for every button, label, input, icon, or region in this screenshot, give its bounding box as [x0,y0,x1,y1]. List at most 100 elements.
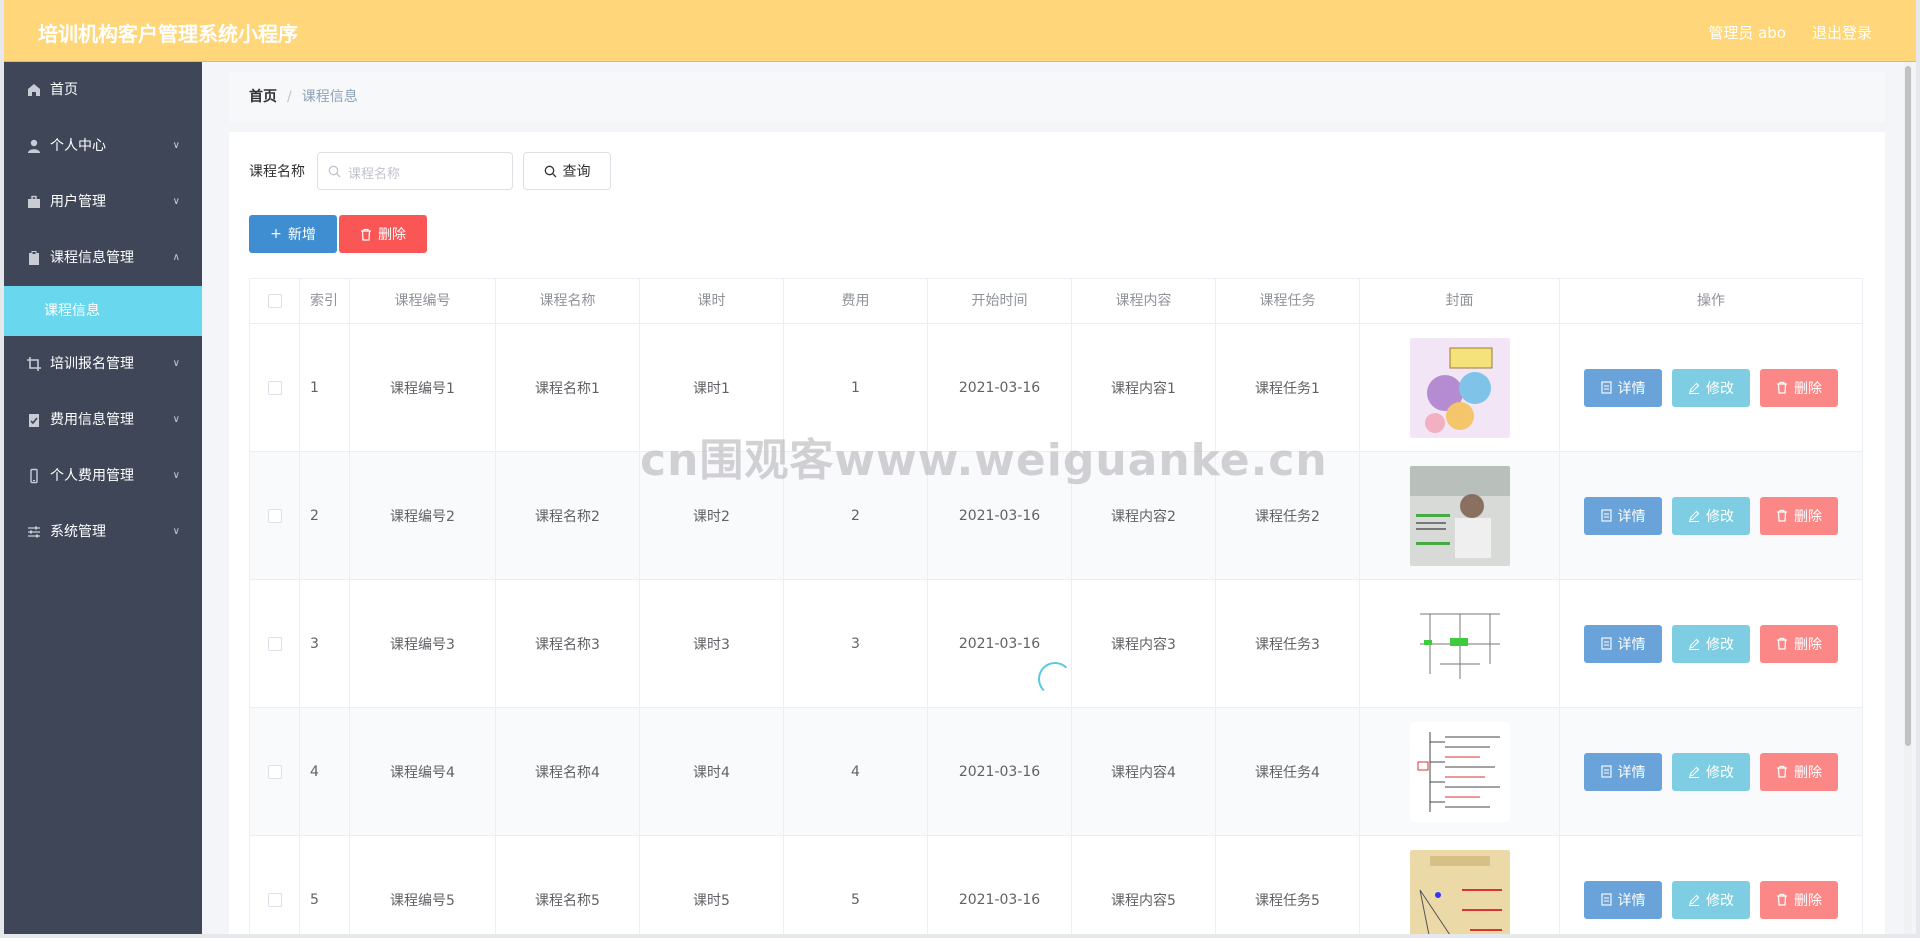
edit-button[interactable]: 修改 [1672,880,1750,919]
sidebar-item-system-management[interactable]: 系统管理 ∨ [4,504,202,560]
delete-button[interactable]: 删除 [1760,752,1838,791]
column-header: 开始时间 [928,279,1072,323]
search-bar: 课程名称 课程名称 查询 [249,152,611,190]
sidebar-item-label: 首页 [50,82,78,98]
sidebar-subitem-course-info[interactable]: 课程信息 [4,286,202,336]
course-task: 课程任务4 [1216,708,1360,835]
course-table: 索引 课程编号 课程名称 课时 费用 开始时间 课程内容 课程任务 封面 操作 … [249,278,1863,934]
delete-button[interactable]: 删除 [1760,880,1838,919]
query-button-label: 查询 [562,164,591,180]
sidebar-item-fee-management[interactable]: 费用信息管理 ∨ [4,392,202,448]
search-placeholder: 课程名称 [348,167,401,182]
edit-button[interactable]: 修改 [1672,752,1750,791]
edit-icon [1689,510,1700,522]
breadcrumb-home[interactable]: 首页 [249,89,277,105]
cover-image [1409,337,1510,438]
cover-image [1409,721,1510,822]
row-index: 4 [300,708,350,835]
cover-image [1409,465,1510,566]
edit-button[interactable]: 修改 [1672,368,1750,407]
edit-button[interactable]: 修改 [1672,624,1750,663]
content-panel: 课程名称 课程名称 查询 + 新增 删除 索引 课程编号 课程名称 课时 费用 … [229,132,1885,934]
action-bar: + 新增 删除 [249,215,427,253]
vertical-scrollbar[interactable] [1904,62,1912,934]
sidebar-item-personal-fee[interactable]: 个人费用管理 ∨ [4,448,202,504]
delete-button[interactable]: 删除 [1760,496,1838,535]
edit-label: 修改 [1706,508,1734,525]
delete-button[interactable]: 删除 [1760,624,1838,663]
row-checkbox[interactable] [267,380,282,395]
trash-icon [1777,765,1787,778]
sidebar-item-course-management[interactable]: 课程信息管理 ∧ [4,230,202,286]
row-checkbox[interactable] [267,636,282,651]
column-header: 课程编号 [350,279,496,323]
document-icon [1600,509,1612,522]
query-button[interactable]: 查询 [523,152,611,190]
delete-label: 删除 [1794,380,1822,397]
edit-icon [1689,766,1700,778]
sidebar: 首页 个人中心 ∨ 用户管理 ∨ 课程信息管理 ∧ 课程信息 培训报名管理 ∨ [4,62,202,934]
chevron-down-icon: ∨ [172,526,180,537]
column-header: 索引 [300,279,350,323]
sidebar-item-personal-center[interactable]: 个人中心 ∨ [4,118,202,174]
sidebar-item-enrollment-management[interactable]: 培训报名管理 ∨ [4,336,202,392]
logout-link[interactable]: 退出登录 [1812,22,1872,43]
delete-label: 删除 [1794,636,1822,653]
briefcase-icon [28,195,40,208]
detail-button[interactable]: 详情 [1584,624,1662,663]
column-header: 课程内容 [1072,279,1216,323]
course-code: 课程编号3 [350,580,496,707]
app-title: 培训机构客户管理系统小程序 [38,22,298,46]
sliders-icon [28,526,40,538]
row-checkbox[interactable] [267,892,282,907]
breadcrumb-separator: / [287,89,292,105]
row-checkbox[interactable] [267,764,282,779]
column-header: 课程任务 [1216,279,1360,323]
detail-label: 详情 [1617,892,1646,909]
edit-button[interactable]: 修改 [1672,496,1750,535]
scrollbar-thumb[interactable] [1905,66,1911,746]
trash-icon [1777,509,1787,522]
sidebar-item-label: 课程信息管理 [50,250,134,266]
sidebar-item-label: 系统管理 [50,524,106,540]
top-header: 培训机构客户管理系统小程序 管理员 abo 退出登录 [4,0,1916,62]
plus-icon: + [270,226,282,242]
detail-button[interactable]: 详情 [1584,752,1662,791]
course-code: 课程编号5 [350,836,496,934]
sidebar-item-label: 个人费用管理 [50,468,134,484]
search-icon [328,165,341,178]
edit-label: 修改 [1706,764,1734,781]
breadcrumb: 首页 / 课程信息 [229,72,1885,122]
course-content: 课程内容3 [1072,580,1216,707]
detail-label: 详情 [1617,508,1646,525]
add-button[interactable]: + 新增 [249,215,337,253]
current-user: 管理员 abo [1708,24,1786,42]
course-name: 课程名称1 [496,324,640,451]
sidebar-item-user-management[interactable]: 用户管理 ∨ [4,174,202,230]
main-content: 首页 / 课程信息 课程名称 课程名称 查询 + 新增 删除 索引 课程编号 课… [202,62,1916,934]
course-content: 课程内容4 [1072,708,1216,835]
edit-icon [1689,382,1700,394]
row-index: 5 [300,836,350,934]
detail-button[interactable]: 详情 [1584,368,1662,407]
sidebar-item-label: 培训报名管理 [50,356,134,372]
detail-button[interactable]: 详情 [1584,880,1662,919]
row-checkbox[interactable] [267,508,282,523]
trash-icon [361,228,371,241]
sidebar-item-home[interactable]: 首页 [4,62,202,118]
column-header: 操作 [1697,293,1725,309]
select-all-checkbox[interactable] [267,294,282,308]
bulk-delete-label: 删除 [378,227,406,243]
course-name-input[interactable]: 课程名称 [317,152,513,190]
document-icon [1600,893,1612,906]
delete-button[interactable]: 删除 [1760,368,1838,407]
clipboard-icon [29,251,39,265]
detail-button[interactable]: 详情 [1584,496,1662,535]
cover-image [1409,593,1510,694]
chevron-down-icon: ∨ [172,140,180,151]
cover-image [1409,849,1510,934]
table-row: 5 课程编号5 课程名称5 课时5 5 2021-03-16 课程内容5 课程任… [250,836,1862,934]
bulk-delete-button[interactable]: 删除 [339,215,427,253]
delete-label: 删除 [1794,892,1822,909]
trash-icon [1777,637,1787,650]
